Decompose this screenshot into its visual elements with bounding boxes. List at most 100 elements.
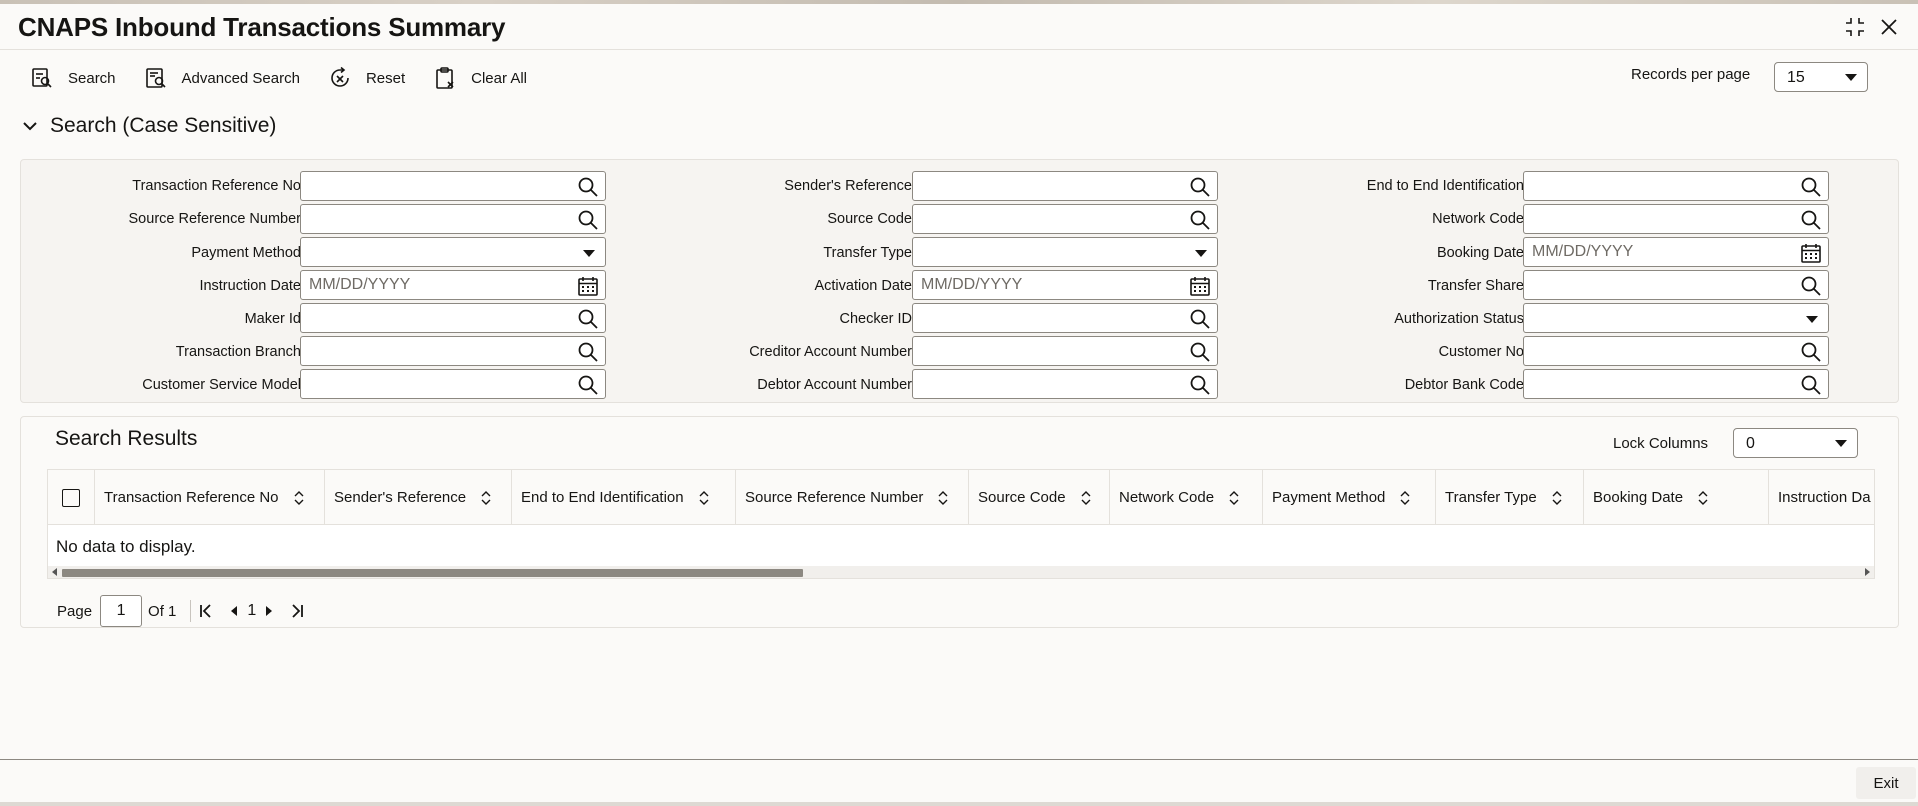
checker-id-field[interactable] xyxy=(912,303,1218,333)
first-page-icon[interactable] xyxy=(195,600,217,622)
chevron-down-icon[interactable] xyxy=(1806,316,1818,323)
search-button[interactable]: Search xyxy=(30,62,116,94)
calendar-icon[interactable] xyxy=(577,275,599,297)
source-code-field[interactable] xyxy=(912,204,1218,234)
next-page-icon[interactable] xyxy=(258,600,280,622)
sort-icon[interactable] xyxy=(937,490,949,505)
magnifier-icon[interactable] xyxy=(1800,209,1822,231)
activation-date-input[interactable] xyxy=(913,271,1173,299)
previous-page-icon[interactable] xyxy=(223,600,245,622)
debtor-bank-code-input[interactable] xyxy=(1524,370,1784,398)
instruction-date-field[interactable] xyxy=(300,270,606,300)
reset-button[interactable]: Reset xyxy=(328,62,405,94)
maker-id-field[interactable] xyxy=(300,303,606,333)
column-source-code[interactable]: Source Code xyxy=(969,470,1110,525)
booking-date-input[interactable] xyxy=(1524,238,1784,266)
sort-icon[interactable] xyxy=(1399,490,1411,505)
exit-button[interactable]: Exit xyxy=(1856,767,1916,799)
network-code-field[interactable] xyxy=(1523,204,1829,234)
magnifier-icon[interactable] xyxy=(1189,176,1211,198)
customer-service-model-input[interactable] xyxy=(301,370,561,398)
payment-method-value[interactable] xyxy=(301,238,561,266)
creditor-account-number-field[interactable] xyxy=(912,336,1218,366)
column-network-code[interactable]: Network Code xyxy=(1110,470,1263,525)
checker-id-input[interactable] xyxy=(913,304,1173,332)
magnifier-icon[interactable] xyxy=(1189,209,1211,231)
authorization-status-select[interactable] xyxy=(1523,303,1829,333)
magnifier-icon[interactable] xyxy=(1800,275,1822,297)
sort-icon[interactable] xyxy=(293,490,305,505)
customer-no-input[interactable] xyxy=(1524,337,1784,365)
search-section-toggle[interactable]: Search (Case Sensitive) xyxy=(22,114,276,138)
magnifier-icon[interactable] xyxy=(1189,308,1211,330)
debtor-bank-code-field[interactable] xyxy=(1523,369,1829,399)
column-senders-reference[interactable]: Sender's Reference xyxy=(325,470,512,525)
transfer-share-input[interactable] xyxy=(1524,271,1784,299)
page-number-input[interactable]: 1 xyxy=(100,595,143,627)
sort-icon[interactable] xyxy=(480,490,492,505)
magnifier-icon[interactable] xyxy=(1800,176,1822,198)
sort-icon[interactable] xyxy=(1228,490,1240,505)
column-booking-date[interactable]: Booking Date xyxy=(1584,470,1769,525)
clear-all-button[interactable]: Clear All xyxy=(433,62,527,94)
magnifier-icon[interactable] xyxy=(1189,374,1211,396)
column-end-to-end-identification[interactable]: End to End Identification xyxy=(512,470,736,525)
creditor-account-number-input[interactable] xyxy=(913,337,1173,365)
activation-date-field[interactable] xyxy=(912,270,1218,300)
scroll-right-icon[interactable] xyxy=(1865,568,1870,576)
magnifier-icon[interactable] xyxy=(1800,341,1822,363)
column-instruction-date[interactable]: Instruction Da xyxy=(1769,470,1874,525)
magnifier-icon[interactable] xyxy=(1800,374,1822,396)
magnifier-icon[interactable] xyxy=(577,209,599,231)
senders-reference-field[interactable] xyxy=(912,171,1218,201)
horizontal-scrollbar[interactable] xyxy=(48,566,1874,578)
transaction-reference-no-input[interactable] xyxy=(301,172,561,200)
chevron-down-icon[interactable] xyxy=(583,250,595,257)
end-to-end-identification-input[interactable] xyxy=(1524,172,1784,200)
sort-icon[interactable] xyxy=(1080,490,1092,505)
customer-no-field[interactable] xyxy=(1523,336,1829,366)
authorization-status-value[interactable] xyxy=(1524,304,1784,332)
debtor-account-number-input[interactable] xyxy=(913,370,1173,398)
transfer-type-select[interactable] xyxy=(912,237,1218,267)
column-payment-method[interactable]: Payment Method xyxy=(1263,470,1436,525)
sort-icon[interactable] xyxy=(698,490,710,505)
calendar-icon[interactable] xyxy=(1800,242,1822,264)
column-source-reference-number[interactable]: Source Reference Number xyxy=(736,470,969,525)
source-reference-number-input[interactable] xyxy=(301,205,561,233)
maximize-icon[interactable] xyxy=(1842,14,1868,40)
debtor-account-number-field[interactable] xyxy=(912,369,1218,399)
senders-reference-input[interactable] xyxy=(913,172,1173,200)
select-all-checkbox[interactable] xyxy=(62,489,80,507)
payment-method-select[interactable] xyxy=(300,237,606,267)
magnifier-icon[interactable] xyxy=(1189,341,1211,363)
customer-service-model-field[interactable] xyxy=(300,369,606,399)
advanced-search-button[interactable]: Advanced Search xyxy=(144,62,300,94)
maker-id-input[interactable] xyxy=(301,304,561,332)
chevron-down-icon[interactable] xyxy=(1195,250,1207,257)
page-link[interactable]: 1 xyxy=(247,602,256,620)
transaction-branch-input[interactable] xyxy=(301,337,561,365)
lock-columns-select[interactable]: 0 xyxy=(1733,428,1858,458)
close-icon[interactable] xyxy=(1876,14,1902,40)
sort-icon[interactable] xyxy=(1551,490,1563,505)
magnifier-icon[interactable] xyxy=(577,308,599,330)
magnifier-icon[interactable] xyxy=(577,374,599,396)
source-code-input[interactable] xyxy=(913,205,1173,233)
transaction-reference-no-field[interactable] xyxy=(300,171,606,201)
records-per-page-select[interactable]: 15 xyxy=(1774,62,1868,92)
transaction-branch-field[interactable] xyxy=(300,336,606,366)
transfer-type-value[interactable] xyxy=(913,238,1173,266)
scrollbar-thumb[interactable] xyxy=(62,569,803,577)
network-code-input[interactable] xyxy=(1524,205,1784,233)
column-transfer-type[interactable]: Transfer Type xyxy=(1436,470,1584,525)
magnifier-icon[interactable] xyxy=(577,341,599,363)
calendar-icon[interactable] xyxy=(1189,275,1211,297)
source-reference-number-field[interactable] xyxy=(300,204,606,234)
end-to-end-identification-field[interactable] xyxy=(1523,171,1829,201)
booking-date-field[interactable] xyxy=(1523,237,1829,267)
magnifier-icon[interactable] xyxy=(577,176,599,198)
column-transaction-reference-no[interactable]: Transaction Reference No xyxy=(95,470,325,525)
transfer-share-field[interactable] xyxy=(1523,270,1829,300)
instruction-date-input[interactable] xyxy=(301,271,561,299)
